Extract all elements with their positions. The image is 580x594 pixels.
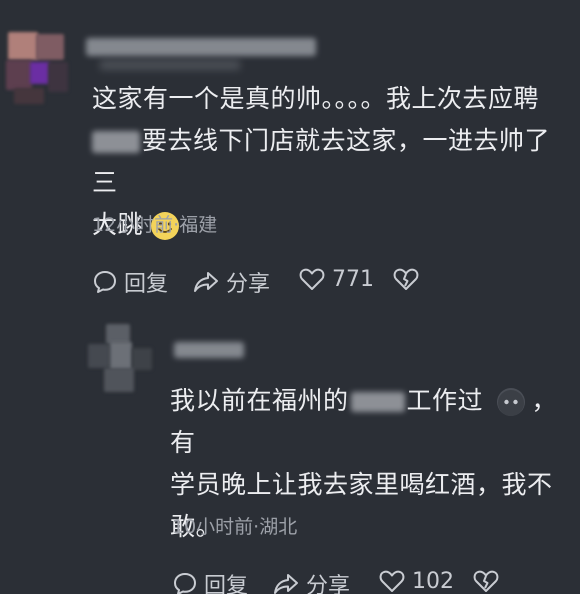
- share-button[interactable]: 分享: [272, 568, 350, 594]
- comment-line-1: 这家有一个是真的帅。。。。我上次去应聘: [92, 84, 540, 113]
- heart-icon: [379, 570, 405, 592]
- redacted-text: [350, 392, 405, 412]
- reply-username-blurred[interactable]: [174, 342, 244, 358]
- reply-avatar[interactable]: [84, 322, 160, 398]
- like-button[interactable]: 102: [378, 568, 454, 594]
- reply-button[interactable]: 回复: [92, 266, 168, 298]
- broken-heart-icon: [393, 268, 419, 290]
- redacted-text: [92, 131, 140, 153]
- avatar[interactable]: [0, 22, 80, 108]
- comment-meta: 12小时前·福建: [92, 214, 218, 236]
- reply-meta: 10小时前·湖北: [172, 516, 298, 538]
- comment-bubble-icon: [94, 271, 116, 293]
- broken-heart-icon: [473, 570, 499, 592]
- share-button[interactable]: 分享: [192, 266, 270, 298]
- like-count: 771: [332, 266, 374, 292]
- dark-face-emoji-icon: [497, 388, 526, 416]
- reply-label: 回复: [204, 574, 249, 594]
- share-label: 分享: [226, 272, 271, 297]
- reply-button[interactable]: 回复: [172, 568, 248, 594]
- reply-line-2: 学员晚上让我去家里喝红酒，我不: [170, 470, 553, 499]
- share-arrow-icon: [194, 272, 218, 292]
- like-count: 102: [412, 568, 454, 594]
- share-arrow-icon: [274, 574, 298, 594]
- reply-line-1: 我以前在福州的 工作过 ，有: [170, 386, 557, 457]
- like-button[interactable]: 771: [298, 266, 374, 292]
- username-blurred[interactable]: [86, 38, 316, 56]
- comment-line-2: 要去线下门店就去这家，一进去帅了三: [92, 126, 551, 197]
- dislike-button[interactable]: [472, 568, 506, 594]
- username-shadow: [100, 60, 240, 70]
- dislike-button[interactable]: [392, 266, 426, 292]
- heart-icon: [299, 268, 325, 290]
- comment-bubble-icon: [174, 573, 196, 594]
- share-label: 分享: [306, 574, 351, 594]
- reply-label: 回复: [124, 272, 169, 297]
